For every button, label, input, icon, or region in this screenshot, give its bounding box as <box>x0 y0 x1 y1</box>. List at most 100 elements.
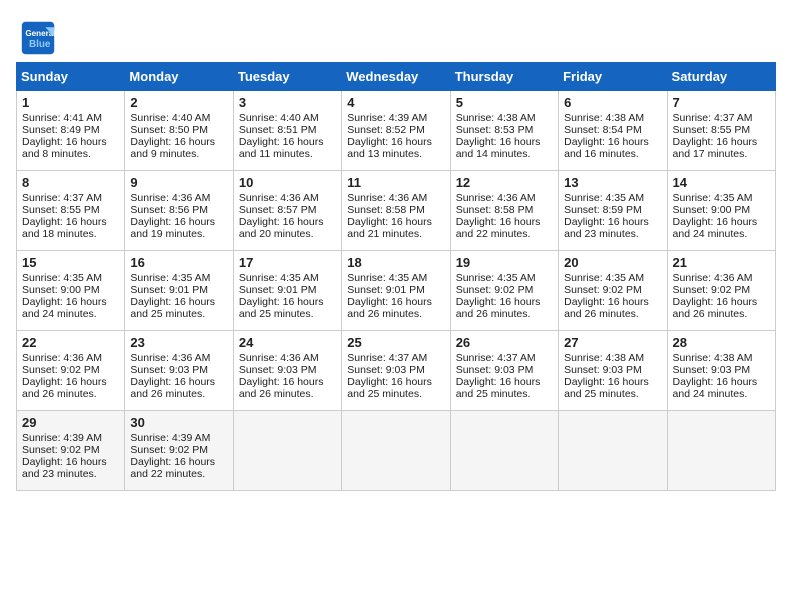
calendar-cell: 24Sunrise: 4:36 AMSunset: 9:03 PMDayligh… <box>233 331 341 411</box>
calendar-cell: 1Sunrise: 4:41 AMSunset: 8:49 PMDaylight… <box>17 91 125 171</box>
calendar-cell: 6 Sunrise: 4:38 AMSunset: 8:54 PMDaylight… <box>559 91 667 171</box>
day-info-line: Sunrise: 4:37 AM <box>673 112 770 124</box>
day-number: 30 <box>130 415 227 430</box>
day-info-line: Sunrise: 4:40 AM <box>239 112 336 124</box>
day-info-line: and 24 minutes. <box>673 388 770 400</box>
day-number: 24 <box>239 335 336 350</box>
day-info-line: Sunrise: 4:35 AM <box>22 272 119 284</box>
day-number: 26 <box>456 335 553 350</box>
svg-text:Blue: Blue <box>29 39 51 50</box>
day-info-line: Sunrise: 4:36 AM <box>239 352 336 364</box>
day-info-line: Sunset: 9:02 PM <box>673 284 770 296</box>
day-info-line: Sunset: 9:02 PM <box>22 444 119 456</box>
day-info-line: Sunrise: 4:36 AM <box>130 192 227 204</box>
day-info-line: Sunrise: 4:36 AM <box>130 352 227 364</box>
day-info-line: Sunrise: 4:35 AM <box>347 272 444 284</box>
day-info-line: and 26 minutes. <box>22 388 119 400</box>
calendar-cell: 20Sunrise: 4:35 AMSunset: 9:02 PMDayligh… <box>559 251 667 331</box>
calendar-cell: 7Sunrise: 4:37 AMSunset: 8:55 PMDaylight… <box>667 91 775 171</box>
day-info-line: Sunrise: 4:37 AM <box>347 352 444 364</box>
col-header-wednesday: Wednesday <box>342 63 450 91</box>
day-info-line: Daylight: 16 hours <box>347 376 444 388</box>
day-info-line: Sunset: 9:02 PM <box>22 364 119 376</box>
day-info-line: Sunset: 9:01 PM <box>239 284 336 296</box>
day-info-line: and 11 minutes. <box>239 148 336 160</box>
day-info-line: Sunset: 9:03 PM <box>347 364 444 376</box>
calendar-cell: 8Sunrise: 4:37 AMSunset: 8:55 PMDaylight… <box>17 171 125 251</box>
col-header-thursday: Thursday <box>450 63 558 91</box>
calendar-cell: 2Sunrise: 4:40 AMSunset: 8:50 PMDaylight… <box>125 91 233 171</box>
day-info-line: and 18 minutes. <box>22 228 119 240</box>
day-info-line: Daylight: 16 hours <box>22 216 119 228</box>
day-number: 16 <box>130 255 227 270</box>
calendar-cell: 12Sunrise: 4:36 AMSunset: 8:58 PMDayligh… <box>450 171 558 251</box>
calendar-cell: 25Sunrise: 4:37 AMSunset: 9:03 PMDayligh… <box>342 331 450 411</box>
week-row-1: 1Sunrise: 4:41 AMSunset: 8:49 PMDaylight… <box>17 91 776 171</box>
day-info-line: and 26 minutes. <box>564 308 661 320</box>
day-info-line: Daylight: 16 hours <box>564 376 661 388</box>
day-info-line: and 24 minutes. <box>673 228 770 240</box>
day-info-line: Daylight: 16 hours <box>673 296 770 308</box>
day-info-line: Sunrise: 4:40 AM <box>130 112 227 124</box>
day-info-line: Daylight: 16 hours <box>564 216 661 228</box>
day-info-line: Sunrise: 4:39 AM <box>347 112 444 124</box>
day-info-line: and 26 minutes. <box>239 388 336 400</box>
day-number: 22 <box>22 335 119 350</box>
calendar-cell: 23Sunrise: 4:36 AMSunset: 9:03 PMDayligh… <box>125 331 233 411</box>
day-info-line: and 25 minutes. <box>456 388 553 400</box>
day-info-line: Daylight: 16 hours <box>130 136 227 148</box>
day-number: 4 <box>347 95 444 110</box>
day-info-line: Daylight: 16 hours <box>22 136 119 148</box>
day-number: 10 <box>239 175 336 190</box>
day-number: 9 <box>130 175 227 190</box>
day-info-line: and 26 minutes. <box>456 308 553 320</box>
day-number: 18 <box>347 255 444 270</box>
day-info-line: Sunrise: 4:35 AM <box>130 272 227 284</box>
day-info-line: Sunrise: 4:35 AM <box>239 272 336 284</box>
week-row-2: 8Sunrise: 4:37 AMSunset: 8:55 PMDaylight… <box>17 171 776 251</box>
day-number: 11 <box>347 175 444 190</box>
day-info-line: Sunset: 9:03 PM <box>456 364 553 376</box>
day-number: 19 <box>456 255 553 270</box>
col-header-saturday: Saturday <box>667 63 775 91</box>
day-number: 13 <box>564 175 661 190</box>
day-info-line: Daylight: 16 hours <box>564 136 661 148</box>
day-info-line: and 26 minutes. <box>347 308 444 320</box>
calendar-cell: 16Sunrise: 4:35 AMSunset: 9:01 PMDayligh… <box>125 251 233 331</box>
calendar-cell <box>450 411 558 491</box>
day-number: 20 <box>564 255 661 270</box>
day-number: 6 <box>564 95 661 110</box>
day-info-line: Sunrise: 4:37 AM <box>22 192 119 204</box>
calendar-cell: 26Sunrise: 4:37 AMSunset: 9:03 PMDayligh… <box>450 331 558 411</box>
day-info-line: Sunset: 8:58 PM <box>347 204 444 216</box>
week-row-5: 29Sunrise: 4:39 AMSunset: 9:02 PMDayligh… <box>17 411 776 491</box>
calendar-cell: 30Sunrise: 4:39 AMSunset: 9:02 PMDayligh… <box>125 411 233 491</box>
day-info-line: Daylight: 16 hours <box>22 376 119 388</box>
day-info-line: and 13 minutes. <box>347 148 444 160</box>
day-info-line: Sunset: 8:58 PM <box>456 204 553 216</box>
day-info-line: Daylight: 16 hours <box>130 456 227 468</box>
day-info-line: Sunrise: 4:38 AM <box>564 112 661 124</box>
day-info-line: Daylight: 16 hours <box>564 296 661 308</box>
col-header-friday: Friday <box>559 63 667 91</box>
day-info-line: Sunrise: 4:35 AM <box>673 192 770 204</box>
day-info-line: and 14 minutes. <box>456 148 553 160</box>
day-info-line: Daylight: 16 hours <box>673 216 770 228</box>
day-info-line: Sunrise: 4:36 AM <box>347 192 444 204</box>
day-info-line: Sunset: 8:56 PM <box>130 204 227 216</box>
day-info-line: and 20 minutes. <box>239 228 336 240</box>
logo-icon: General Blue <box>20 20 56 56</box>
day-info-line: Sunset: 8:54 PM <box>564 124 661 136</box>
logo: General Blue <box>20 20 60 56</box>
day-number: 14 <box>673 175 770 190</box>
day-info-line: and 19 minutes. <box>130 228 227 240</box>
day-info-line: Sunset: 9:02 PM <box>130 444 227 456</box>
day-info-line: Sunrise: 4:35 AM <box>564 192 661 204</box>
day-info-line: Daylight: 16 hours <box>347 216 444 228</box>
calendar-cell: 15Sunrise: 4:35 AMSunset: 9:00 PMDayligh… <box>17 251 125 331</box>
calendar-cell: 19Sunrise: 4:35 AMSunset: 9:02 PMDayligh… <box>450 251 558 331</box>
day-info-line: Sunset: 8:57 PM <box>239 204 336 216</box>
day-info-line: Sunrise: 4:38 AM <box>673 352 770 364</box>
calendar-cell: 4Sunrise: 4:39 AMSunset: 8:52 PMDaylight… <box>342 91 450 171</box>
day-info-line: Sunset: 8:52 PM <box>347 124 444 136</box>
